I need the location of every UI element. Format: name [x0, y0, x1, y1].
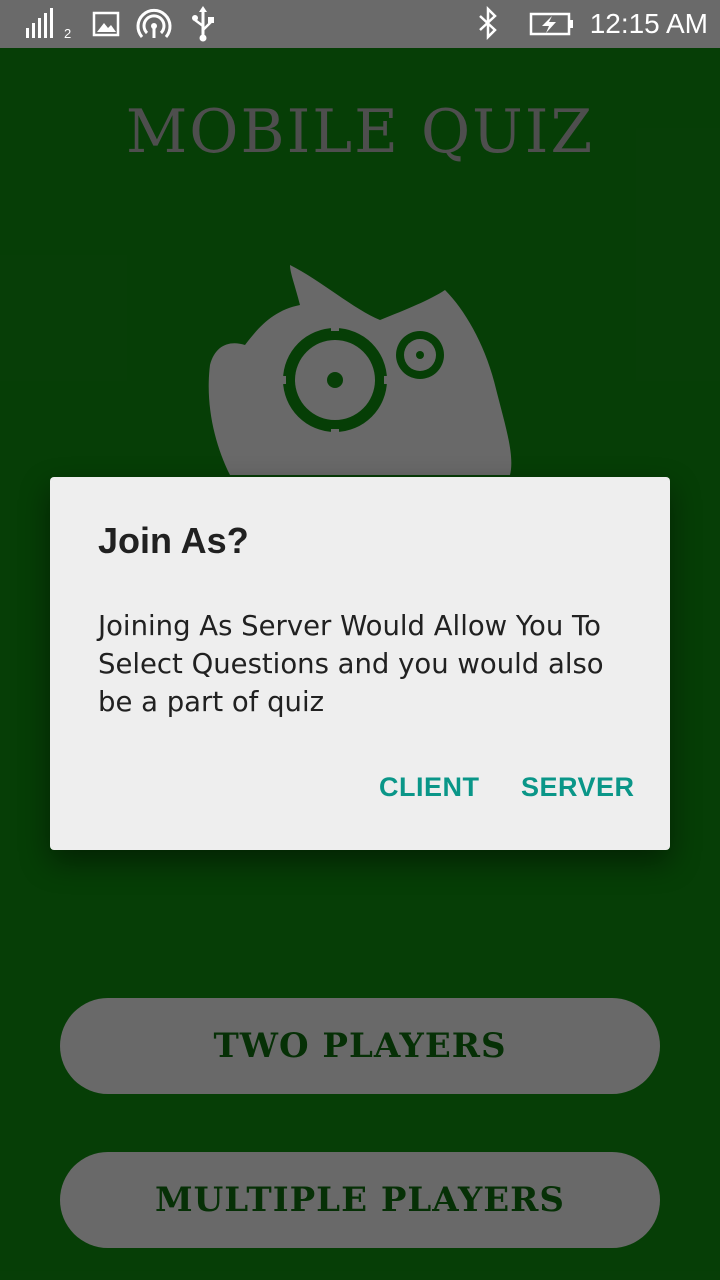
- client-button[interactable]: CLIENT: [371, 765, 488, 809]
- image-icon: [92, 6, 120, 42]
- dialog-message: Joining As Server Would Allow You To Sel…: [98, 610, 604, 718]
- status-bar: 2 12:15 AM: [0, 0, 720, 48]
- status-clock: 12:15 AM: [589, 8, 708, 39]
- usb-icon: [188, 6, 218, 42]
- battery-charging-icon: [528, 6, 576, 42]
- signal-sim-label: 2: [64, 26, 72, 41]
- bluetooth-icon: [474, 6, 502, 42]
- signal-icon: [24, 6, 60, 42]
- app-screen: 2 12:15 AM MOBILE QUIZ TWO PLAYERS MULTI…: [0, 0, 720, 1280]
- server-button[interactable]: SERVER: [513, 765, 643, 809]
- dialog-title: Join As?: [98, 520, 249, 561]
- join-as-dialog: Join As? Joining As Server Would Allow Y…: [50, 477, 670, 850]
- hotspot-icon: [136, 6, 172, 42]
